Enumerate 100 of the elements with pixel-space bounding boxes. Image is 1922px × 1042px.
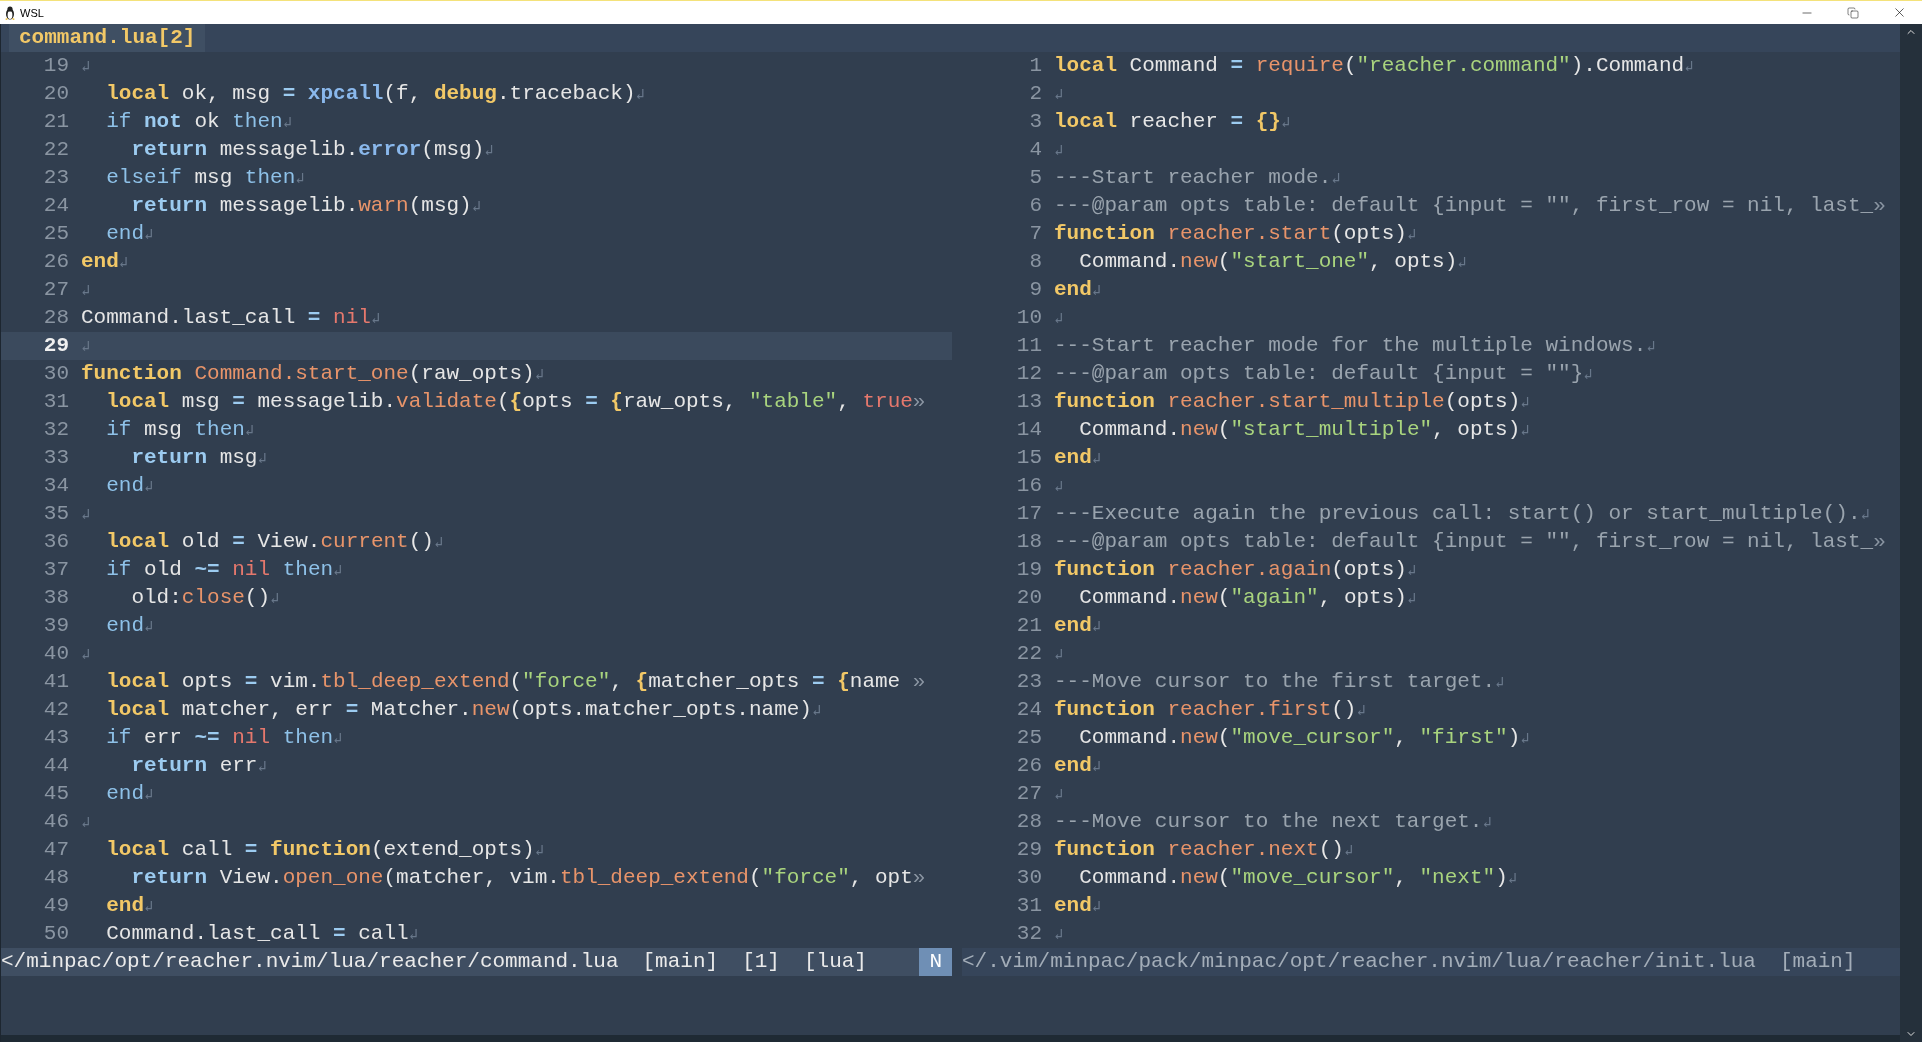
code-line: end↲ <box>105 613 154 639</box>
line-number: 21 <box>1015 613 1043 639</box>
code-line: return messagelib.error(msg)↲ <box>130 137 494 163</box>
line-number: 20 <box>42 81 70 107</box>
scrollbar[interactable] <box>1900 24 1922 1042</box>
window-title: WSL <box>20 6 44 19</box>
status-item: [lua] <box>803 949 867 975</box>
code-line: return msg↲ <box>130 445 267 471</box>
code-line: local old = View.current()↲ <box>105 529 443 555</box>
line-number: 48 <box>42 865 70 891</box>
line-number: 30 <box>42 361 70 387</box>
line-number: 42 <box>42 697 70 723</box>
code-line: local matcher, err = Matcher.new(opts.matcher_opts.name)↲ <box>105 697 821 723</box>
code-line: end↲ <box>81 249 128 275</box>
line-number: 28 <box>1015 809 1043 835</box>
code-line: ↲ <box>1054 310 1064 330</box>
line-number: 21 <box>42 109 70 135</box>
mode-indicator: N <box>919 948 952 976</box>
code-line: end↲ <box>1054 277 1101 303</box>
code-line: function reacher.next()↲ <box>1054 837 1353 863</box>
line-number: 38 <box>42 585 70 611</box>
code-line: ↲ <box>81 58 91 78</box>
line-number: 39 <box>42 613 70 639</box>
code-line: if not ok then↲ <box>105 109 292 135</box>
line-number: 41 <box>42 669 70 695</box>
line-number: 2 <box>1028 81 1043 107</box>
code-line: local opts = vim.tbl_deep_extend("force", {matcher_opts = {name » <box>105 669 926 695</box>
line-number: 43 <box>42 725 70 751</box>
line-number: 10 <box>1015 305 1043 331</box>
line-number: 9 <box>1028 277 1043 303</box>
code-line: ↲ <box>1054 478 1064 498</box>
line-number: 5 <box>1028 165 1043 191</box>
code-line: local Command = require("reacher.command").Command↲ <box>1054 53 1694 79</box>
buffer-tab[interactable]: command.lua[2] <box>9 24 206 52</box>
line-number: 47 <box>42 837 70 863</box>
code-line: if err ~= nil then↲ <box>105 725 343 751</box>
code-line: local call = function(extend_opts)↲ <box>105 837 544 863</box>
status-item: </minpac/opt/reacher.nvim/lua/reacher/command.lua <box>1 949 619 975</box>
code-line: function reacher.first()↲ <box>1054 697 1366 723</box>
code-line: elseif msg then↲ <box>105 165 305 191</box>
code-line: ---Start reacher mode.↲ <box>1054 165 1341 191</box>
line-number: 25 <box>1015 725 1043 751</box>
line-number: 44 <box>42 753 70 779</box>
line-number: 25 <box>42 221 70 247</box>
line-number: 29 <box>42 333 70 359</box>
code-line: ---Move cursor to the first target.↲ <box>1054 669 1505 695</box>
line-number: 4 <box>1028 137 1043 163</box>
status-item: [main] <box>1779 949 1856 975</box>
line-number: 17 <box>1015 501 1043 527</box>
code-line: ---Move cursor to the next target.↲ <box>1054 809 1492 835</box>
code-line: ↲ <box>81 506 91 526</box>
code-line: return err↲ <box>130 753 267 779</box>
line-number: 37 <box>42 557 70 583</box>
code-line: return messagelib.warn(msg)↲ <box>130 193 481 219</box>
code-line: local reacher = {}↲ <box>1054 109 1290 135</box>
penguin-icon <box>4 5 16 20</box>
line-number: 27 <box>1015 781 1043 807</box>
code-line: Command.new("again", opts)↲ <box>1078 585 1416 611</box>
line-number: 33 <box>42 445 70 471</box>
status-item: [1] <box>742 949 780 975</box>
line-number: 16 <box>1015 473 1043 499</box>
code-line: end↲ <box>1054 445 1101 471</box>
code-line: ---@param opts table: default {input = ""}↲ <box>1054 361 1593 387</box>
line-number: 22 <box>1015 641 1043 667</box>
line-number: 27 <box>42 277 70 303</box>
line-number: 40 <box>42 641 70 667</box>
line-number: 36 <box>42 529 70 555</box>
code-line: end↲ <box>1054 613 1101 639</box>
line-number: 1 <box>1028 53 1043 79</box>
line-number: 8 <box>1028 249 1043 275</box>
code-line: end↲ <box>105 893 154 919</box>
code-line: ↲ <box>81 646 91 666</box>
code-line: Command.last_call = call↲ <box>105 921 418 947</box>
code-line: function reacher.start_multiple(opts)↲ <box>1054 389 1530 415</box>
line-number: 11 <box>1015 333 1043 359</box>
line-number: 31 <box>1015 893 1043 919</box>
restore-icon[interactable] <box>1847 6 1859 19</box>
code-line: ↲ <box>1054 926 1064 946</box>
line-number: 34 <box>42 473 70 499</box>
line-number: 45 <box>42 781 70 807</box>
line-number: 3 <box>1028 109 1043 135</box>
line-number: 7 <box>1028 221 1043 247</box>
line-number: 23 <box>1015 669 1043 695</box>
line-number: 49 <box>42 893 70 919</box>
line-number: 23 <box>42 165 70 191</box>
line-number: 46 <box>42 809 70 835</box>
code-line: if old ~= nil then↲ <box>105 557 343 583</box>
code-line: function reacher.start(opts)↲ <box>1054 221 1416 247</box>
code-line: Command.new("start_one", opts)↲ <box>1078 249 1467 275</box>
code-line: ---@param opts table: default {input = "", first_row = nil, last_» <box>1054 529 1886 555</box>
code-line: Command.new("move_cursor", "next")↲ <box>1078 865 1517 891</box>
line-number: 12 <box>1015 361 1043 387</box>
line-number: 30 <box>1015 865 1043 891</box>
code-line: ---Execute again the previous call: start() or start_multiple().↲ <box>1054 501 1870 527</box>
line-number: 20 <box>1015 585 1043 611</box>
line-number: 50 <box>42 921 70 947</box>
line-number: 31 <box>42 389 70 415</box>
status-item: [main] <box>642 949 719 975</box>
code-line: function reacher.again(opts)↲ <box>1054 557 1416 583</box>
code-line: Command.last_call = nil↲ <box>81 305 380 331</box>
